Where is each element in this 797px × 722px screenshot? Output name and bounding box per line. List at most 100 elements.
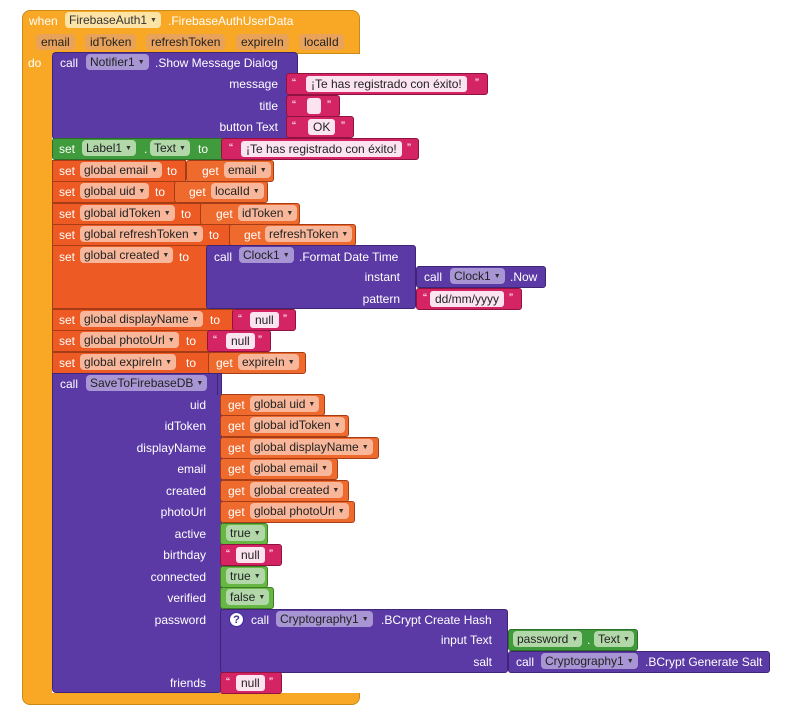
message-text-value[interactable]: ¡Te has registrado con éxito! — [306, 76, 467, 92]
chevron-down-icon: ▼ — [286, 209, 294, 217]
get-dropdown[interactable]: global email ▼ — [250, 460, 332, 476]
verified-arg-label: verified — [167, 591, 206, 605]
title-label: title — [259, 99, 278, 113]
var-dropdown[interactable]: global expireIn ▼ — [80, 354, 176, 370]
crypto-component-dropdown[interactable]: Cryptography1 ▼ — [276, 611, 373, 627]
chevron-down-icon: ▼ — [253, 572, 261, 580]
param-localid[interactable]: localId — [299, 34, 344, 50]
notifier-component-label: Notifier1 — [90, 55, 135, 69]
null-text-value[interactable]: null — [236, 547, 265, 563]
when-label: when — [29, 14, 58, 28]
clock-component-dropdown[interactable]: Clock1 ▼ — [239, 247, 294, 263]
bool-dropdown[interactable]: true ▼ — [226, 525, 265, 541]
title-text-value[interactable] — [307, 98, 321, 114]
quote-open: “ — [226, 675, 230, 689]
get-label: get — [228, 462, 245, 476]
connected-arg-label: connected — [150, 570, 206, 584]
call-label: call — [251, 613, 270, 627]
to-label: to — [155, 185, 166, 199]
get-value-label: global email — [254, 461, 319, 475]
clock-now-component-dropdown[interactable]: Clock1 ▼ — [450, 268, 505, 284]
var-dropdown[interactable]: global email ▼ — [80, 162, 162, 178]
get-dropdown[interactable]: global uid ▼ — [250, 396, 320, 412]
var-dropdown[interactable]: global created ▼ — [80, 247, 174, 263]
set-label: set — [59, 250, 76, 264]
get-value-label: global idToken — [254, 418, 331, 432]
call-label: call — [516, 655, 535, 669]
message-label: message — [229, 77, 278, 91]
event-component-dropdown[interactable]: FirebaseAuth1 ▼ — [65, 12, 161, 28]
email-arg-label: email — [177, 462, 206, 476]
chevron-down-icon: ▼ — [196, 379, 204, 387]
salt-label: salt — [473, 655, 492, 669]
var-dropdown[interactable]: global refreshToken ▼ — [80, 226, 203, 242]
button-text-value[interactable]: OK — [308, 119, 336, 135]
format-method-label: .Format Date Time — [299, 250, 399, 264]
bool-dropdown[interactable]: false ▼ — [226, 589, 270, 605]
param-email[interactable]: email — [36, 34, 75, 50]
var-label: global email — [84, 163, 149, 177]
get-dropdown[interactable]: global created ▼ — [250, 482, 344, 498]
get-label: get — [216, 356, 233, 370]
salt-component-dropdown[interactable]: Cryptography1 ▼ — [541, 653, 638, 669]
chevron-down-icon: ▼ — [493, 272, 501, 280]
null-text-value[interactable]: null — [226, 333, 255, 349]
get-value-label: localId — [215, 184, 250, 198]
quote-close: ” — [327, 98, 331, 112]
label-prop-label: Text — [154, 141, 177, 155]
to-label: to — [210, 313, 221, 327]
var-label: global idToken — [84, 206, 161, 220]
var-dropdown[interactable]: global photoUrl ▼ — [80, 332, 179, 348]
event-block-bottom — [22, 693, 360, 705]
quote-close: ” — [283, 312, 287, 326]
null-text-value[interactable]: null — [250, 312, 279, 328]
chevron-down-icon: ▼ — [125, 144, 132, 152]
var-dropdown[interactable]: global idToken ▼ — [80, 205, 175, 221]
get-dropdown[interactable]: global idToken ▼ — [250, 417, 345, 433]
chevron-down-icon: ▼ — [282, 251, 290, 259]
get-dropdown[interactable]: localId ▼ — [211, 183, 264, 199]
var-label: global refreshToken — [84, 227, 189, 241]
get-dropdown[interactable]: refreshToken ▼ — [265, 226, 353, 242]
quote-close: ” — [258, 333, 262, 347]
chevron-down-icon: ▼ — [191, 315, 199, 323]
var-label: global expireIn — [84, 355, 163, 369]
chevron-down-icon: ▼ — [163, 209, 171, 217]
get-dropdown[interactable]: email ▼ — [224, 162, 271, 178]
chevron-down-icon: ▼ — [138, 187, 146, 195]
label-prop-dropdown[interactable]: Text ▼ — [150, 140, 190, 156]
param-expirein[interactable]: expireIn — [236, 34, 289, 50]
to-label: to — [186, 334, 197, 348]
notifier-component-dropdown[interactable]: Notifier1 ▼ — [86, 54, 149, 70]
quote-open: “ — [226, 547, 230, 561]
password-arg-label: password — [154, 613, 206, 627]
procedure-label: SaveToFirebaseDB — [90, 376, 194, 390]
password-prop-dropdown[interactable]: Text ▼ — [594, 631, 634, 647]
param-idtoken[interactable]: idToken — [85, 34, 137, 50]
var-dropdown[interactable]: global displayName ▼ — [80, 311, 203, 327]
var-dropdown[interactable]: global uid ▼ — [80, 183, 150, 199]
call-label: call — [60, 377, 79, 391]
bool-value-label: true — [230, 569, 251, 583]
get-dropdown[interactable]: global photoUrl ▼ — [250, 503, 349, 519]
bool-dropdown[interactable]: true ▼ — [226, 568, 265, 584]
get-label: get — [228, 484, 245, 498]
procedure-dropdown[interactable]: SaveToFirebaseDB ▼ — [86, 375, 208, 391]
button-text-label: button Text — [219, 120, 279, 134]
label-text-value[interactable]: ¡Te has registrado con éxito! — [241, 141, 402, 157]
get-dropdown[interactable]: global displayName ▼ — [250, 439, 373, 455]
to-label: to — [186, 356, 197, 370]
pattern-text-value[interactable]: dd/mm/yyyy — [430, 291, 505, 307]
password-component-dropdown[interactable]: password ▼ — [513, 631, 583, 647]
set-label: set — [59, 164, 76, 178]
chevron-down-icon: ▼ — [151, 166, 158, 174]
get-label: get — [228, 419, 245, 433]
help-icon[interactable]: ? — [229, 612, 244, 627]
to-label: to — [179, 250, 190, 264]
param-refreshtoken[interactable]: refreshToken — [146, 34, 226, 50]
get-dropdown[interactable]: expireIn ▼ — [238, 354, 299, 370]
label-component-dropdown[interactable]: Label1 ▼ — [82, 140, 136, 156]
get-dropdown[interactable]: idToken ▼ — [238, 205, 298, 221]
quote-open: “ — [229, 141, 233, 155]
null-text-value[interactable]: null — [236, 675, 265, 691]
